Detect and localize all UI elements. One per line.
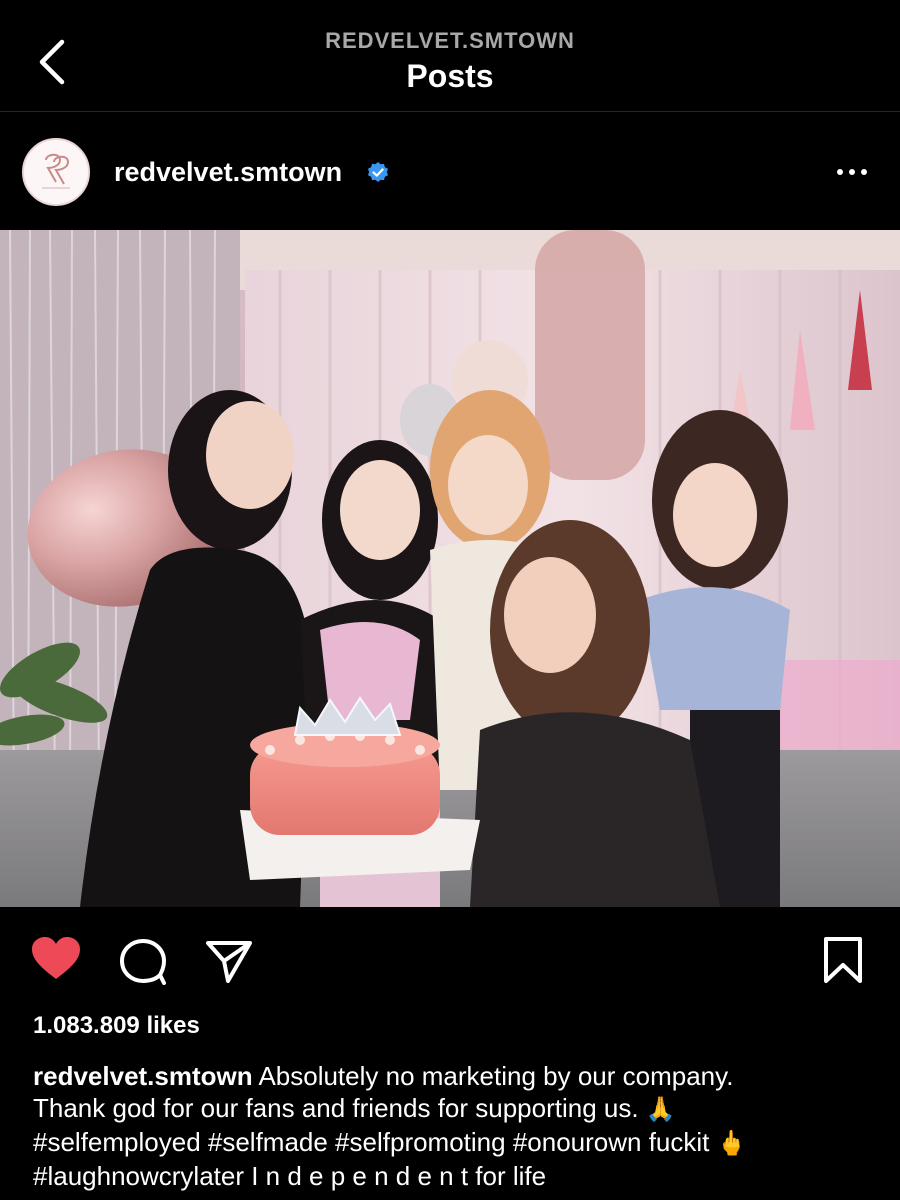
post-caption: redvelvet.smtown Absolutely no marketing… [33, 1060, 873, 1192]
instagram-post-screen: REDVELVET.SMTOWN Posts redvelvet.smtown [0, 0, 900, 1200]
more-options-button[interactable] [830, 157, 874, 187]
post-photo[interactable] [0, 230, 900, 907]
group-birthday-photo [0, 230, 900, 907]
post-header: redvelvet.smtown [0, 113, 900, 230]
caption-line-1: Absolutely no marketing by our company. [258, 1061, 734, 1091]
save-button[interactable] [822, 935, 864, 985]
verified-badge-icon [368, 162, 388, 182]
folded-hands-emoji: 🙏 [645, 1096, 676, 1123]
post-username[interactable]: redvelvet.smtown [114, 157, 342, 188]
top-nav-bar: REDVELVET.SMTOWN Posts [0, 0, 900, 112]
caption-username[interactable]: redvelvet.smtown [33, 1061, 253, 1091]
caption-line-2: Thank god for our fans and friends for s… [33, 1093, 639, 1123]
nav-account-name: REDVELVET.SMTOWN [325, 28, 575, 53]
heart-icon [32, 937, 80, 979]
page-title: Posts [406, 58, 494, 94]
avatar[interactable] [22, 138, 90, 206]
comment-icon [120, 939, 166, 985]
bookmark-icon [824, 937, 862, 983]
post-actions-bar [0, 907, 900, 1007]
middle-finger-emoji: 🖕 [716, 1130, 747, 1157]
like-button[interactable] [30, 935, 82, 981]
send-icon [206, 941, 252, 983]
more-horizontal-icon [837, 169, 867, 175]
share-button[interactable] [204, 937, 254, 985]
comment-button[interactable] [118, 937, 168, 985]
red-velvet-logo-icon [42, 153, 70, 189]
caption-line-3[interactable]: #selfemployed #selfmade #selfpromoting #… [33, 1127, 709, 1157]
likes-count[interactable]: 1.083.809 likes [33, 1012, 200, 1040]
caption-line-4[interactable]: #laughnowcrylater I n d e p e n d e n t … [33, 1161, 546, 1191]
